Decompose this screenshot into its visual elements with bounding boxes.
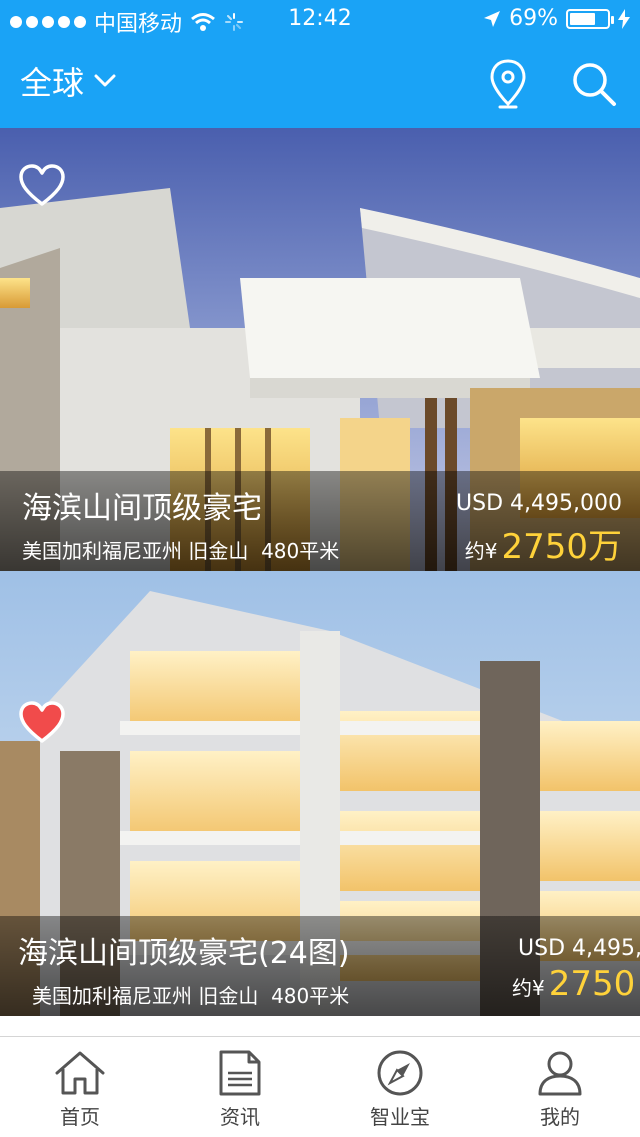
- tab-label: 我的: [540, 1105, 580, 1129]
- listing-price-usd: USD 4,495,000: [456, 491, 622, 516]
- tab-news[interactable]: 资讯: [160, 1037, 320, 1137]
- heart-outline-icon[interactable]: [18, 162, 66, 210]
- price-prefix: 约¥: [512, 976, 545, 1000]
- tab-label: 资讯: [220, 1105, 260, 1129]
- listing-card[interactable]: 海滨山间顶级豪宅 美国加利福尼亚州 旧金山 480平米 USD 4,495,00…: [0, 128, 640, 571]
- listing-price-cny: 约¥ 2750: [512, 964, 635, 1004]
- tab-zhiyebao[interactable]: 智业宝: [320, 1037, 480, 1137]
- home-icon: [55, 1051, 105, 1095]
- location-arrow-icon: [484, 10, 501, 27]
- listing-info: 海滨山间顶级豪宅(24图) 美国加利福尼亚州 旧金山 480平米 USD 4,4…: [0, 916, 640, 1016]
- heart-filled-icon[interactable]: [18, 699, 66, 747]
- listing-location: 美国加利福尼亚州 旧金山: [22, 539, 249, 563]
- listing-area: 480平米: [271, 984, 350, 1008]
- search-button[interactable]: [566, 56, 622, 112]
- chevron-down-icon: [94, 74, 116, 87]
- price-amount: 2750万: [501, 527, 622, 567]
- nav-actions: [480, 56, 622, 112]
- tab-label: 首页: [60, 1105, 100, 1129]
- price-amount: 2750: [548, 964, 636, 1004]
- listing-price-cny: 约¥ 2750万: [465, 519, 622, 568]
- listing-location: 美国加利福尼亚州 旧金山: [32, 984, 259, 1008]
- tab-home[interactable]: 首页: [0, 1037, 160, 1137]
- listing-info: 海滨山间顶级豪宅 美国加利福尼亚州 旧金山 480平米 USD 4,495,00…: [0, 471, 640, 571]
- tab-label: 智业宝: [370, 1105, 430, 1129]
- user-icon: [538, 1051, 582, 1096]
- tab-mine[interactable]: 我的: [480, 1037, 640, 1137]
- price-prefix: 约¥: [464, 539, 498, 563]
- listing-title: 海滨山间顶级豪宅(24图): [18, 936, 350, 971]
- region-selector[interactable]: 全球: [20, 58, 116, 104]
- status-bar: 中国移动 12:42 69%: [0, 0, 640, 40]
- battery-percent: 69%: [509, 6, 558, 31]
- battery-icon: [566, 8, 614, 29]
- search-icon: [573, 63, 616, 106]
- tab-bar: 首页 资讯 智业宝 我的: [0, 1036, 640, 1137]
- location-pin-button[interactable]: [480, 56, 536, 112]
- nav-bar: 全球: [0, 40, 640, 128]
- listing-subtitle: 美国加利福尼亚州 旧金山 480平米: [32, 980, 349, 1009]
- charging-bolt-icon: [618, 8, 630, 29]
- status-right: 69%: [483, 6, 630, 31]
- listing-card[interactable]: 海滨山间顶级豪宅(24图) 美国加利福尼亚州 旧金山 480平米 USD 4,4…: [0, 571, 640, 1016]
- compass-icon: [377, 1050, 423, 1096]
- listing-price-usd: USD 4,495,: [518, 936, 640, 961]
- listing-subtitle: 美国加利福尼亚州 旧金山 480平米: [22, 535, 339, 564]
- region-label: 全球: [20, 64, 85, 102]
- listing-area: 480平米: [261, 539, 340, 563]
- news-icon: [219, 1050, 261, 1096]
- listing-title: 海滨山间顶级豪宅: [22, 491, 262, 526]
- location-pin-icon: [490, 59, 526, 109]
